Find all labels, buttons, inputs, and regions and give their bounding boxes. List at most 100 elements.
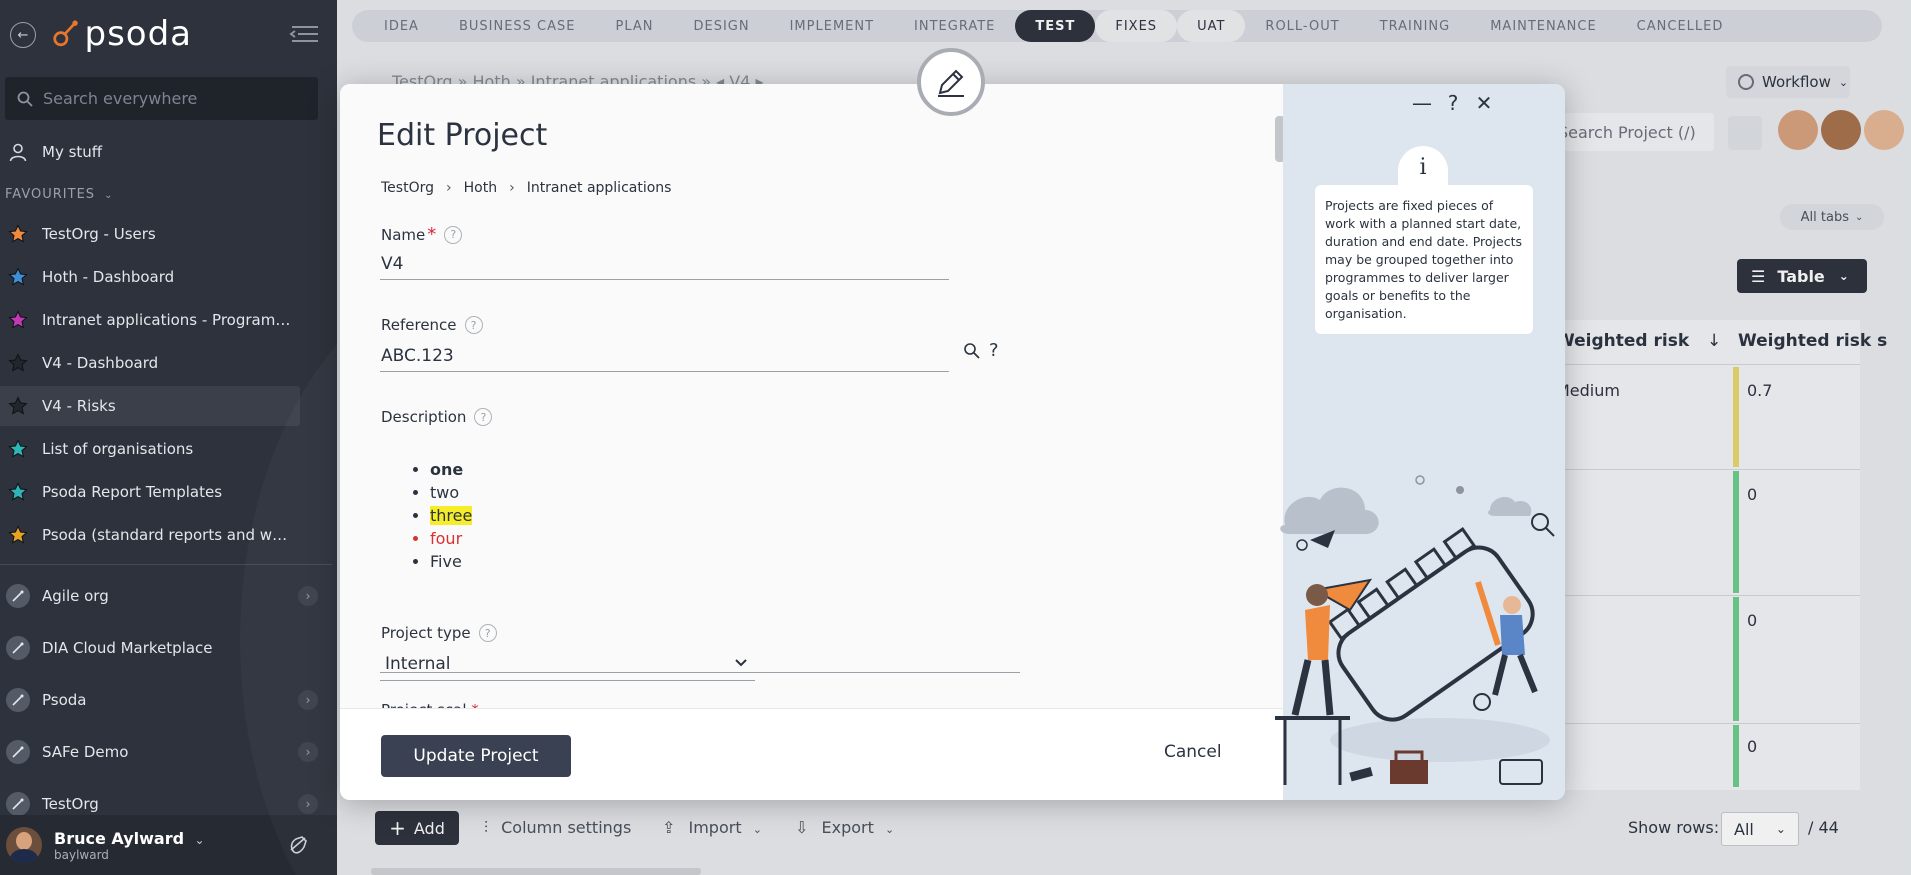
chevron-right-icon[interactable]: › <box>298 794 318 814</box>
reference-field-label: Reference ? <box>381 316 483 334</box>
star-icon <box>8 353 28 372</box>
team-illustration <box>1275 475 1555 785</box>
reference-field[interactable] <box>380 340 949 372</box>
list-item-text: Five <box>430 552 462 571</box>
star-icon <box>8 310 28 329</box>
update-project-button[interactable]: Update Project <box>381 735 571 777</box>
sidebar-item-label: TestOrg - Users <box>42 225 156 243</box>
sidebar-header: ← psoda <box>0 0 337 68</box>
red-text: four <box>430 529 463 548</box>
sidebar-item-label: My stuff <box>42 143 103 161</box>
sidebar-org-item[interactable]: Psoda › <box>0 680 330 720</box>
star-icon <box>8 439 28 458</box>
sidebar-favourite-item[interactable]: Psoda (standard reports and work... <box>0 515 300 555</box>
sidebar-favourite-item[interactable]: V4 - Risks <box>0 386 300 426</box>
help-icon[interactable]: ? <box>464 316 483 334</box>
reference-label-text: Reference <box>381 316 457 334</box>
sidebar-search-input[interactable] <box>43 89 303 108</box>
modal-form-area: Edit Project TestOrg › Hoth › Intranet a… <box>340 84 1285 714</box>
project-type-select[interactable]: Internal <box>380 647 755 681</box>
organisation-icon <box>6 636 30 660</box>
star-icon <box>8 482 28 501</box>
sidebar-item-label: List of organisations <box>42 440 194 458</box>
required-marker: * <box>427 224 437 245</box>
modal-footer: Update Project Cancel <box>340 708 1283 800</box>
psoda-logo-icon <box>53 20 78 47</box>
user-profile[interactable]: Bruce Aylward ⌄ baylward <box>0 815 337 875</box>
help-icon[interactable]: ? <box>444 225 463 244</box>
sidebar-item-label: DIA Cloud Marketplace <box>42 639 213 657</box>
search-icon[interactable] <box>963 342 981 360</box>
chevron-right-icon: › <box>509 180 515 196</box>
sidebar-favourite-item[interactable]: List of organisations <box>0 429 300 469</box>
name-field[interactable] <box>380 248 949 280</box>
description-list: one two three four Five <box>430 458 473 573</box>
star-icon <box>8 525 28 544</box>
name-field-label: Name * ? <box>381 224 463 245</box>
project-type-label-text: Project type <box>381 624 471 642</box>
user-login: baylward <box>54 847 109 862</box>
help-icon[interactable]: ? <box>478 624 497 642</box>
chevron-right-icon[interactable]: › <box>298 690 318 710</box>
chevron-right-icon[interactable]: › <box>298 586 318 606</box>
sidebar-favourite-item[interactable]: V4 - Dashboard <box>0 343 300 383</box>
chevron-right-icon: › <box>446 180 452 196</box>
star-icon <box>8 267 28 286</box>
bell-icon[interactable] <box>285 832 311 858</box>
sidebar-org-item[interactable]: Agile org › <box>0 576 330 616</box>
avatar <box>6 827 42 863</box>
info-card: Projects are fixed pieces of work with a… <box>1315 185 1533 334</box>
list-item: Five <box>430 550 472 573</box>
reference-help-icon[interactable]: ? <box>989 340 999 361</box>
cancel-button[interactable]: Cancel <box>1164 742 1222 762</box>
star-icon <box>8 224 28 243</box>
collapse-menu-icon[interactable] <box>286 22 322 46</box>
sidebar-item-my-stuff[interactable]: My stuff <box>0 132 300 172</box>
breadcrumb-item[interactable]: Hoth <box>464 180 497 196</box>
pencil-icon <box>938 69 964 97</box>
name-label-text: Name <box>381 225 426 244</box>
breadcrumb-item[interactable]: Intranet applications <box>527 180 672 196</box>
sidebar-favourite-item[interactable]: Intranet applications - Programme... <box>0 300 300 340</box>
description-field-label: Description ? <box>381 408 493 426</box>
info-icon: i <box>1398 146 1448 188</box>
sidebar-item-label: Hoth - Dashboard <box>42 268 175 286</box>
project-type-value: Internal <box>385 653 451 674</box>
sidebar-favourite-item[interactable]: TestOrg - Users <box>0 214 300 254</box>
organisation-icon <box>6 584 30 608</box>
list-item: four <box>430 527 472 550</box>
favourites-label: FAVOURITES <box>5 187 96 202</box>
help-icon[interactable]: ? <box>474 408 493 426</box>
project-type-field-label: Project type ? <box>381 624 497 642</box>
sidebar-item-label: Agile org <box>42 587 109 605</box>
sidebar-favourite-item[interactable]: Psoda Report Templates <box>0 472 300 512</box>
sidebar-org-item[interactable]: DIA Cloud Marketplace <box>0 628 330 668</box>
chevron-right-icon[interactable]: › <box>298 742 318 762</box>
list-item: three <box>430 504 473 527</box>
star-icon <box>8 396 28 415</box>
sidebar: ← psoda My stuff FAVOUR <box>0 0 337 875</box>
favourites-heading[interactable]: FAVOURITES ⌄ <box>5 187 114 202</box>
sidebar-item-label: SAFe Demo <box>42 743 129 761</box>
breadcrumb-item[interactable]: TestOrg <box>381 180 434 196</box>
sidebar-favourite-item[interactable]: Hoth - Dashboard <box>0 257 300 297</box>
user-icon <box>9 143 27 162</box>
sidebar-org-item[interactable]: SAFe Demo › <box>0 732 330 772</box>
help-icon[interactable]: ? <box>1440 90 1466 116</box>
modal-title: Edit Project <box>377 118 548 153</box>
sidebar-search[interactable] <box>5 77 318 120</box>
psoda-logo[interactable]: psoda <box>52 10 192 58</box>
list-item: one <box>430 458 472 481</box>
sidebar-divider <box>0 564 332 565</box>
close-icon[interactable]: ✕ <box>1471 90 1497 116</box>
chevron-down-icon <box>735 659 747 667</box>
sidebar-item-label: V4 - Dashboard <box>42 354 159 372</box>
sidebar-item-label: TestOrg <box>42 795 99 813</box>
modal-breadcrumb: TestOrg › Hoth › Intranet applications <box>381 180 671 196</box>
list-item: two <box>430 481 472 504</box>
back-arrow-icon[interactable]: ← <box>10 22 36 48</box>
sidebar-item-label: V4 - Risks <box>42 397 116 415</box>
logo-text: psoda <box>84 14 192 54</box>
minimize-icon[interactable]: — <box>1409 90 1435 116</box>
user-name: Bruce Aylward <box>54 828 185 848</box>
